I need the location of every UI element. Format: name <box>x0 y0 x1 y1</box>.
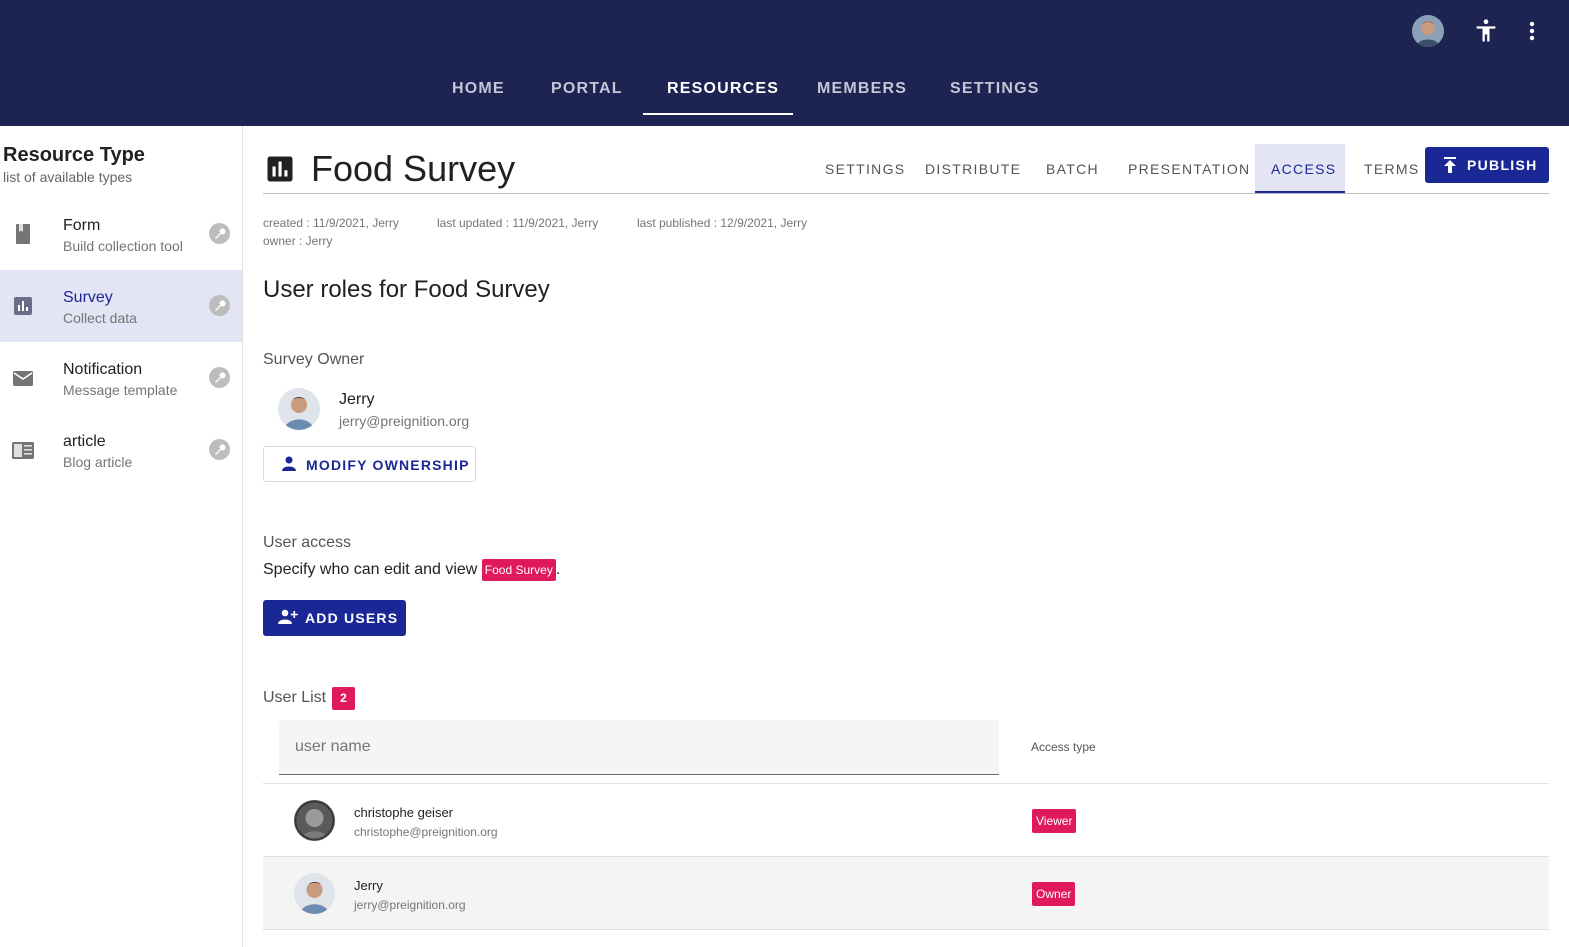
nav-resources[interactable]: RESOURCES <box>667 80 779 98</box>
wrench-icon[interactable] <box>209 439 230 460</box>
table-divider <box>263 929 1549 930</box>
main-nav: HOME PORTAL RESOURCES MEMBERS SETTINGS <box>0 0 1569 126</box>
access-type-header: Access type <box>1031 740 1096 754</box>
nav-portal[interactable]: PORTAL <box>551 80 623 98</box>
publish-button[interactable]: PUBLISH <box>1425 147 1549 183</box>
user-email: christophe@preignition.org <box>354 825 498 839</box>
tab-presentation[interactable]: PRESENTATION <box>1128 161 1250 177</box>
user-search-field[interactable] <box>279 720 999 775</box>
user-avatar <box>294 873 335 914</box>
modify-ownership-label: MODIFY OWNERSHIP <box>306 457 470 473</box>
bar-chart-icon <box>11 294 35 318</box>
wrench-icon[interactable] <box>209 295 230 316</box>
add-users-label: ADD USERS <box>305 610 399 626</box>
table-row[interactable]: christophe geiser christophe@preignition… <box>263 784 1549 857</box>
mail-icon <box>11 366 35 390</box>
main-content: Food Survey SETTINGS DISTRIBUTE BATCH PR… <box>243 126 1569 947</box>
accessibility-icon[interactable] <box>1472 17 1500 45</box>
person-icon <box>282 456 296 472</box>
nav-home[interactable]: HOME <box>452 80 505 98</box>
access-description: Specify who can edit and view Food Surve… <box>263 559 560 581</box>
page-title: Food Survey <box>311 148 516 189</box>
publish-icon <box>1443 157 1457 173</box>
more-vert-icon[interactable] <box>1522 17 1542 45</box>
role-badge[interactable]: Owner <box>1032 882 1076 906</box>
sidebar-item-sublabel: Build collection tool <box>63 238 183 254</box>
table-row[interactable]: Jerry jerry@preignition.org Owner <box>263 857 1549 930</box>
sidebar-item-sublabel: Collect data <box>63 310 137 326</box>
user-avatar <box>294 800 335 841</box>
sidebar-subtitle: list of available types <box>3 169 133 185</box>
user-list-title: User List <box>263 689 327 706</box>
user-count-badge: 2 <box>332 687 355 710</box>
tab-settings[interactable]: SETTINGS <box>825 161 905 177</box>
sidebar-item-article[interactable]: article Blog article <box>0 414 242 486</box>
sidebar-item-label: article <box>63 433 106 450</box>
user-avatar[interactable] <box>1412 15 1444 47</box>
access-description-end: . <box>555 561 561 579</box>
article-icon <box>11 438 35 462</box>
sidebar-item-notification[interactable]: Notification Message template <box>0 342 242 414</box>
resource-chip: Food Survey <box>481 559 556 581</box>
tab-batch[interactable]: BATCH <box>1046 161 1099 177</box>
access-section-title: User access <box>263 534 352 551</box>
sidebar-item-sublabel: Blog article <box>63 454 133 470</box>
owner-email: jerry@preignition.org <box>339 413 470 429</box>
user-search-input[interactable] <box>295 738 975 756</box>
user-name: Jerry <box>354 878 383 893</box>
modify-ownership-button[interactable]: MODIFY OWNERSHIP <box>263 446 476 482</box>
header-divider <box>263 193 1549 194</box>
sidebar-item-sublabel: Message template <box>63 382 178 398</box>
book-icon <box>11 222 35 246</box>
user-email: jerry@preignition.org <box>354 898 466 912</box>
meta-owner: owner : Jerry <box>263 234 333 248</box>
publish-label: PUBLISH <box>1467 157 1538 173</box>
access-description-text: Specify who can edit and view <box>263 561 478 579</box>
meta-updated: last updated : 11/9/2021, Jerry <box>437 216 599 230</box>
owner-section-title: Survey Owner <box>263 351 365 368</box>
resource-type-sidebar: Resource Type list of available types Fo… <box>0 126 243 947</box>
wrench-icon[interactable] <box>209 367 230 388</box>
bar-chart-icon <box>265 154 295 184</box>
sidebar-item-form[interactable]: Form Build collection tool <box>0 198 242 270</box>
meta-published: last published : 12/9/2021, Jerry <box>637 216 808 230</box>
owner-name: Jerry <box>339 391 375 408</box>
nav-active-indicator <box>643 113 793 115</box>
sidebar-item-label: Notification <box>63 361 143 378</box>
nav-settings[interactable]: SETTINGS <box>950 80 1040 98</box>
sidebar-item-label: Form <box>63 217 101 234</box>
user-name: christophe geiser <box>354 805 453 820</box>
section-heading: User roles for Food Survey <box>263 276 550 303</box>
top-app-bar: HOME PORTAL RESOURCES MEMBERS SETTINGS <box>0 0 1569 126</box>
tab-access[interactable]: ACCESS <box>1271 161 1336 177</box>
sidebar-item-label: Survey <box>63 289 113 306</box>
sidebar-title: Resource Type <box>3 144 145 166</box>
nav-members[interactable]: MEMBERS <box>817 80 907 98</box>
group-add-icon <box>278 609 298 625</box>
owner-avatar <box>278 388 320 430</box>
tab-distribute[interactable]: DISTRIBUTE <box>925 161 1021 177</box>
add-users-button[interactable]: ADD USERS <box>263 600 406 636</box>
sidebar-item-survey[interactable]: Survey Collect data <box>0 270 242 342</box>
wrench-icon[interactable] <box>209 223 230 244</box>
role-badge[interactable]: Viewer <box>1032 809 1077 833</box>
meta-created: created : 11/9/2021, Jerry <box>263 216 399 230</box>
tab-terms[interactable]: TERMS <box>1364 161 1420 177</box>
